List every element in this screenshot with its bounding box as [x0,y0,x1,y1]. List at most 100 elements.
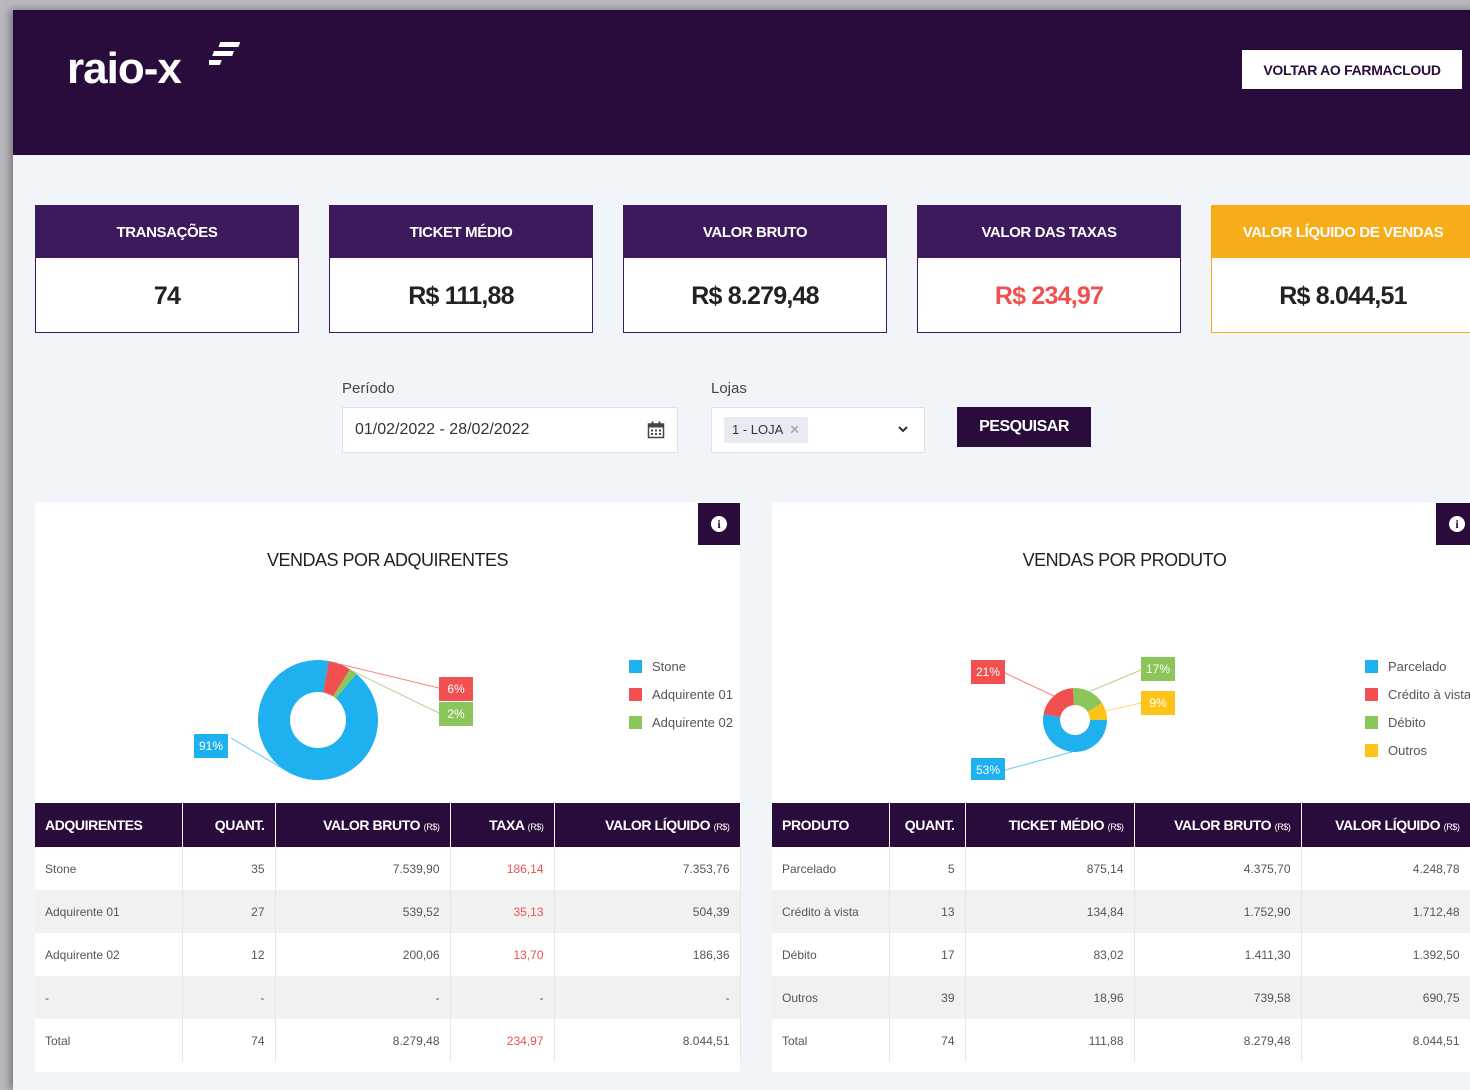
cell: 1.392,50 [1301,933,1470,976]
data-label: 2% [447,707,465,721]
legend-label: Adquirente 01 [652,686,733,702]
cell: 7.539,90 [275,847,451,890]
cell: - [35,976,183,1019]
cell: 83,02 [965,933,1135,976]
period-label: Período [342,380,395,397]
cell: - [554,976,741,1019]
kpi-card-valor-bruto: VALOR BRUTO R$ 8.279,48 [623,205,887,333]
cell: 539,52 [275,890,451,933]
cell: - [275,976,451,1019]
cell: 186,36 [554,933,741,976]
legend-swatch [629,659,642,673]
legend-produto: Parcelado Crédito à vista Débito Outros [1365,652,1470,764]
cell: 17 [889,933,966,976]
info-button[interactable]: i [1436,503,1470,545]
legend-label: Débito [1388,714,1426,730]
cell: 27 [182,890,276,933]
period-date-input[interactable]: 01/02/2022 - 28/02/2022 [342,407,678,453]
kpi-value: 74 [153,281,181,310]
column-header[interactable]: VALOR BRUTO (R$) [275,803,451,847]
legend-label: Stone [652,658,686,674]
data-label: 21% [976,665,1000,679]
kpi-value: R$ 8.044,51 [1279,281,1407,310]
cell: 12 [182,933,276,976]
cell: - [182,976,276,1019]
back-to-farmacloud-button[interactable]: VOLTAR AO FARMACLOUD [1242,50,1462,89]
data-label: 6% [447,682,465,696]
panel-title: VENDAS POR PRODUTO [1022,550,1227,570]
column-header[interactable]: PRODUTO [772,803,890,847]
info-button[interactable]: i [698,503,740,545]
column-header[interactable]: QUANT. [889,803,966,847]
cell: Stone [35,847,183,890]
legend-label: Crédito à vista [1388,686,1470,702]
table-row: Outros 39 18,96 739,58 690,75 [772,976,1470,1019]
legend-item[interactable]: Débito [1365,708,1470,736]
remove-tag-icon[interactable]: ✕ [789,422,800,437]
table-row: Parcelado 5 875,14 4.375,70 4.248,78 [772,847,1470,890]
cell: 39 [889,976,966,1019]
donut-slice[interactable] [258,660,378,780]
column-header[interactable]: TICKET MÉDIO (R$) [965,803,1135,847]
chevron-down-icon[interactable] [896,422,910,436]
cell: 186,14 [450,847,555,890]
logo-bars-icon [209,42,241,65]
table-header-row: PRODUTO QUANT. TICKET MÉDIO (R$) VALOR B… [772,803,1470,847]
data-label: 53% [976,763,1000,777]
cell: 8.044,51 [554,1019,741,1062]
cell: Parcelado [772,847,890,890]
callout-line [1089,669,1142,692]
column-header[interactable]: VALOR BRUTO (R$) [1134,803,1302,847]
search-button[interactable]: PESQUISAR [957,407,1091,447]
legend-swatch [629,687,642,701]
table-total-row: Total 74 111,88 8.279,48 8.044,51 [772,1019,1470,1062]
column-header[interactable]: VALOR LÍQUIDO (R$) [554,803,741,847]
store-tag-label: 1 - LOJA [732,422,784,437]
cell: 739,58 [1134,976,1302,1019]
legend-label: Adquirente 02 [652,714,733,730]
kpi-card-ticket-medio: TICKET MÉDIO R$ 111,88 [329,205,593,333]
legend-adquirentes: Stone Adquirente 01 Adquirente 02 [629,652,733,736]
calendar-icon[interactable] [647,421,665,439]
cell: Adquirente 02 [35,933,183,976]
kpi-card-valor-liquido: VALOR LÍQUIDO DE VENDAS R$ 8.044,51 [1211,205,1470,333]
cell: 690,75 [1301,976,1470,1019]
stores-select[interactable]: 1 - LOJA ✕ [711,407,925,453]
cell: 18,96 [965,976,1135,1019]
cell: 1.752,90 [1134,890,1302,933]
kpi-label: VALOR LÍQUIDO DE VENDAS [1212,206,1470,258]
cell: 1.411,30 [1134,933,1302,976]
legend-label: Parcelado [1388,658,1447,674]
legend-item[interactable]: Crédito à vista [1365,680,1470,708]
table-row: Crédito à vista 13 134,84 1.752,90 1.712,48 [772,890,1470,933]
column-header[interactable]: VALOR LÍQUIDO (R$) [1301,803,1470,847]
app-logo[interactable]: raio-x [67,44,182,94]
cell: 13,70 [450,933,555,976]
legend-swatch [629,715,642,729]
table-row: Débito 17 83,02 1.411,30 1.392,50 [772,933,1470,976]
store-tag[interactable]: 1 - LOJA ✕ [724,417,809,443]
legend-item[interactable]: Parcelado [1365,652,1470,680]
kpi-label: TRANSAÇÕES [36,206,298,258]
donut-chart-adquirentes: 91% 6% 2% [194,660,473,780]
legend-item[interactable]: Stone [629,652,733,680]
period-value: 01/02/2022 - 28/02/2022 [355,421,530,438]
column-header[interactable]: TAXA (R$) [450,803,555,847]
data-label: 9% [1149,696,1167,710]
legend-item[interactable]: Adquirente 02 [629,708,733,736]
cell: Total [772,1019,890,1062]
cell: 134,84 [965,890,1135,933]
column-header[interactable]: ADQUIRENTES [35,803,183,847]
legend-swatch [1365,743,1378,757]
legend-item[interactable]: Outros [1365,736,1470,764]
column-header[interactable]: QUANT. [182,803,276,847]
donut-chart-produto: 53% 21% 17% 9% [971,657,1175,780]
cell: 200,06 [275,933,451,976]
legend-item[interactable]: Adquirente 01 [629,680,733,708]
donut-slice[interactable] [1043,688,1075,718]
panel-title: VENDAS POR ADQUIRENTES [266,550,509,570]
cell: 13 [889,890,966,933]
cell: Adquirente 01 [35,890,183,933]
legend-swatch [1365,659,1378,673]
kpi-card-valor-taxas: VALOR DAS TAXAS R$ 234,97 [917,205,1181,333]
